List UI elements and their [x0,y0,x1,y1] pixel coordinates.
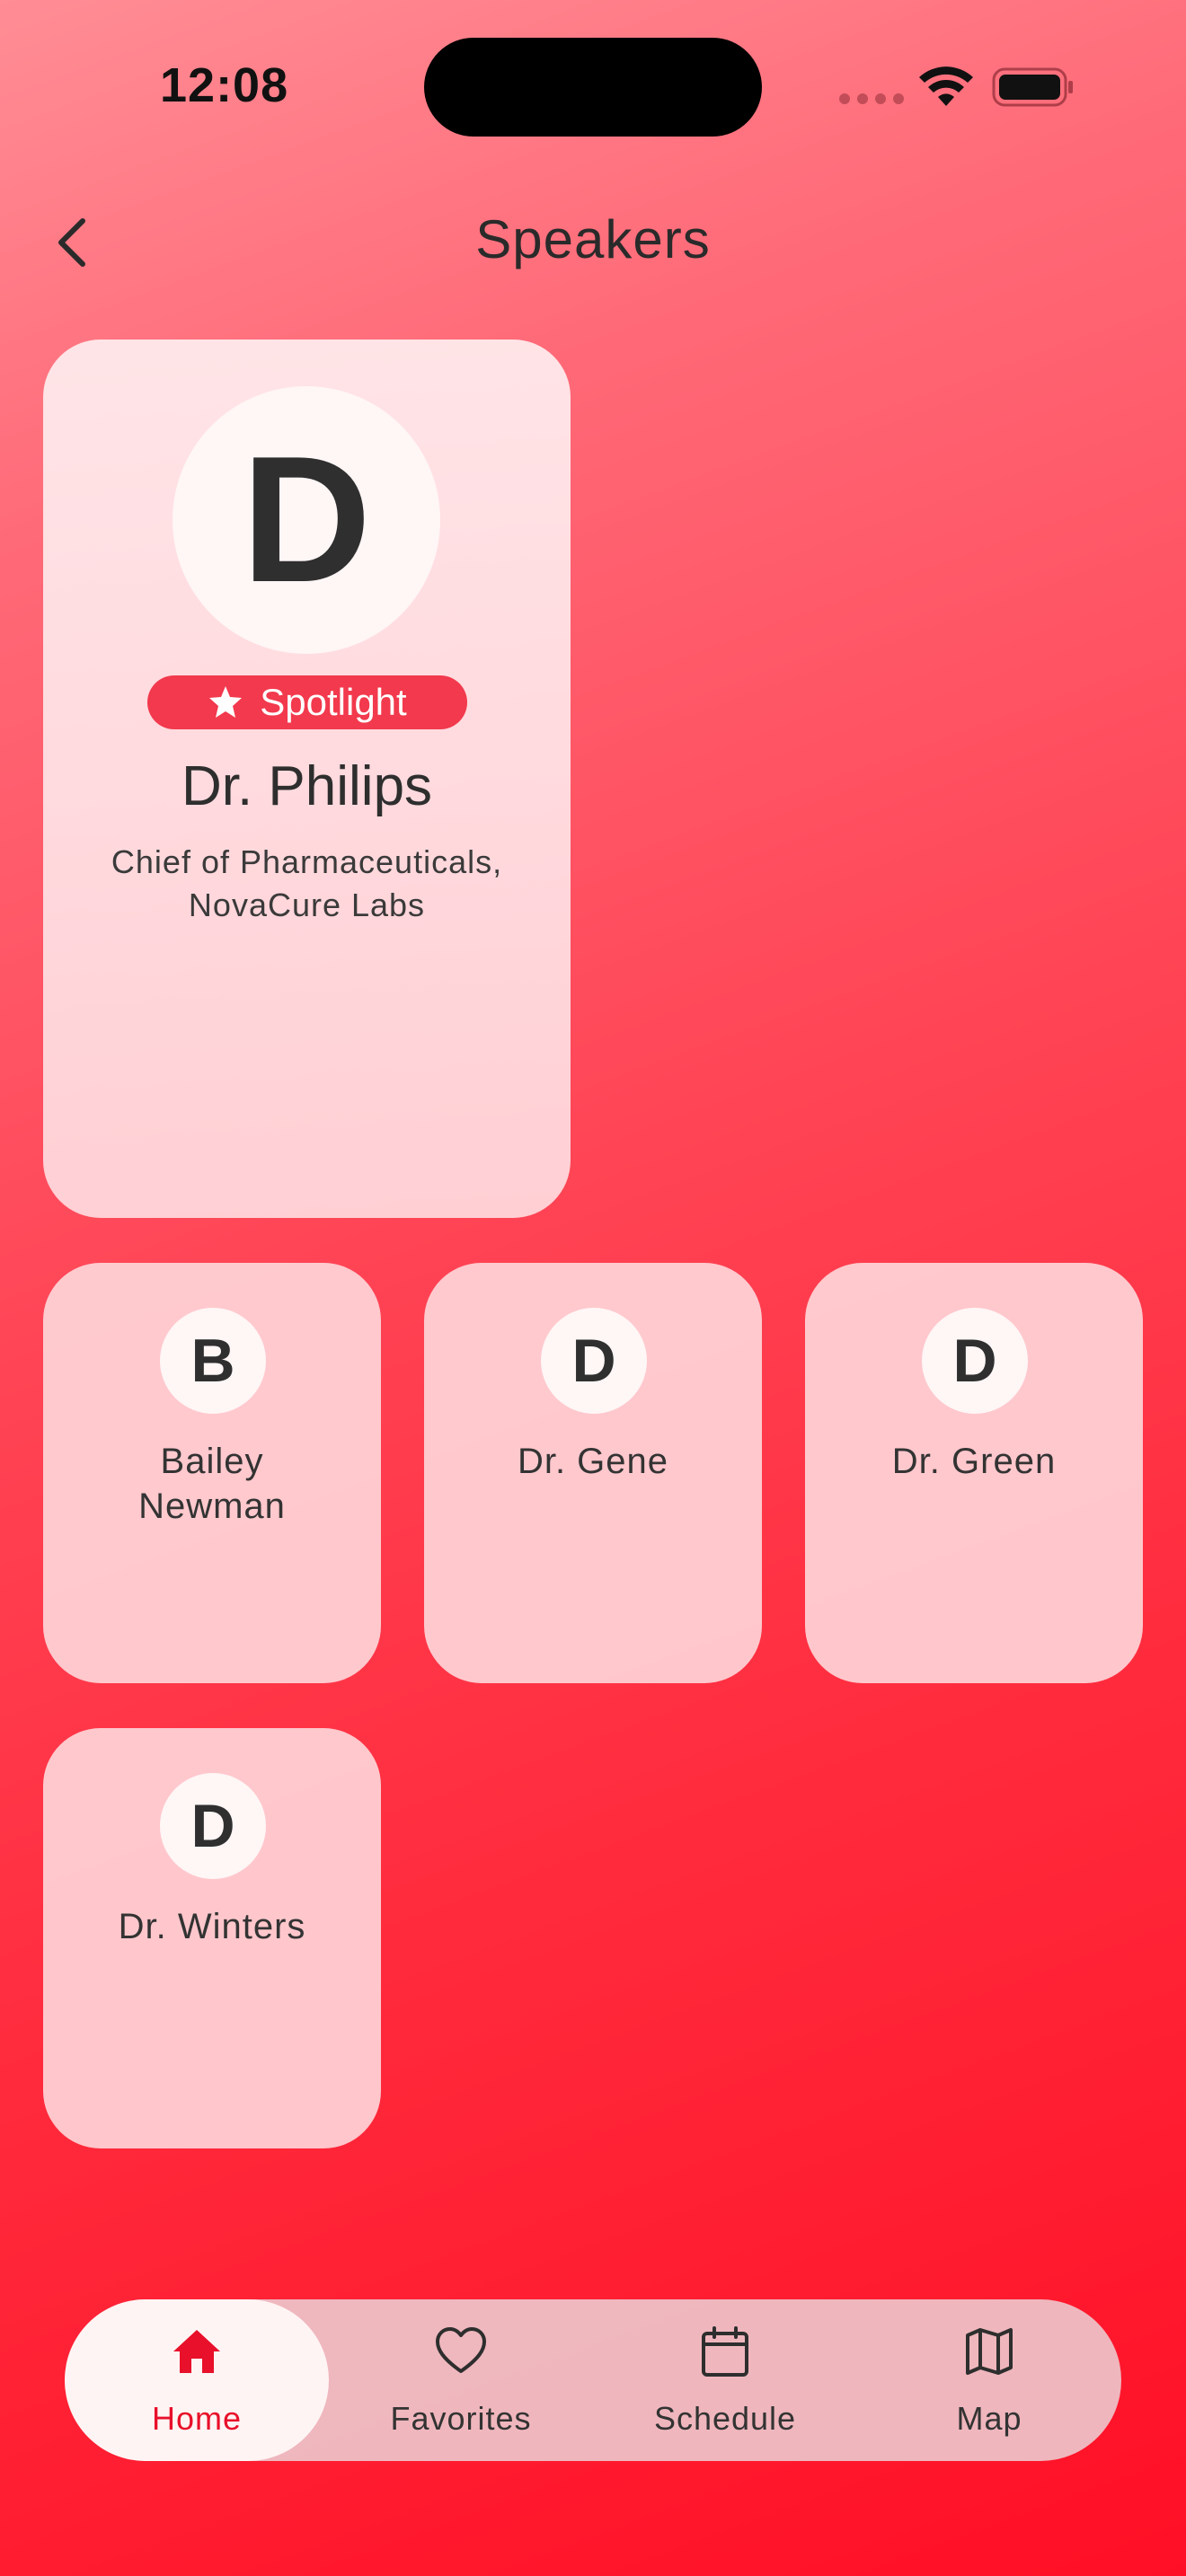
spotlight-speaker-card[interactable]: D Spotlight Dr. Philips Chief of Pharmac… [43,340,571,1218]
avatar: D [160,1773,266,1879]
speaker-role-line: NovaCure Labs [188,887,426,923]
speaker-role-line: Chief of Pharmaceuticals, [111,843,503,880]
speaker-card[interactable]: B Bailey Newman [43,1263,381,1683]
tab-home[interactable]: Home [65,2299,329,2461]
tab-bar: Home Favorites Schedule Map [65,2299,1121,2461]
dynamic-island [424,38,762,137]
tab-label: Favorites [390,2400,532,2437]
avatar: D [173,386,440,654]
speaker-name-line: Dr. Winters [118,1907,306,1946]
speaker-name-line: Dr. Green [891,1442,1057,1481]
battery-icon [992,67,1073,107]
speaker-name: Dr. Winters [52,1904,372,1949]
avatar: D [922,1308,1028,1414]
nav-header: Speakers [0,189,1186,296]
speaker-name-line: Bailey [160,1442,264,1481]
status-time: 12:08 [160,58,289,112]
speaker-name-line: Newman [138,1486,286,1526]
home-icon [173,2330,220,2373]
spotlight-badge-label: Spotlight [260,681,407,723]
avatar: B [160,1308,266,1414]
spotlight-badge: Spotlight [147,675,467,729]
wifi-icon [919,66,973,106]
avatar: D [541,1308,647,1414]
speaker-name-line: Dr. Gene [517,1442,669,1481]
heart-icon [436,2327,486,2373]
speaker-card[interactable]: D Dr. Winters [43,1728,381,2148]
cellular-signal-icon [839,93,904,104]
speaker-name: Dr. Philips [181,755,433,817]
star-icon [209,686,243,718]
tab-map[interactable]: Map [857,2299,1121,2461]
map-icon [966,2328,1013,2375]
tab-label: Home [151,2400,243,2437]
speaker-name: Bailey Newman [52,1439,372,1529]
page-title: Speakers [475,209,711,269]
speaker-name: Dr. Gene [433,1439,753,1484]
status-bar: 12:08 [0,0,1186,171]
tab-schedule[interactable]: Schedule [593,2299,857,2461]
speaker-card[interactable]: D Dr. Green [805,1263,1143,1683]
tab-label: Schedule [653,2400,797,2437]
speaker-card[interactable]: D Dr. Gene [424,1263,762,1683]
calendar-icon [702,2326,748,2377]
speaker-role: Chief of Pharmaceuticals, NovaCure Labs [79,841,535,927]
speaker-name: Dr. Green [814,1439,1134,1484]
tab-label: Map [956,2400,1022,2437]
tab-favorites[interactable]: Favorites [329,2299,593,2461]
